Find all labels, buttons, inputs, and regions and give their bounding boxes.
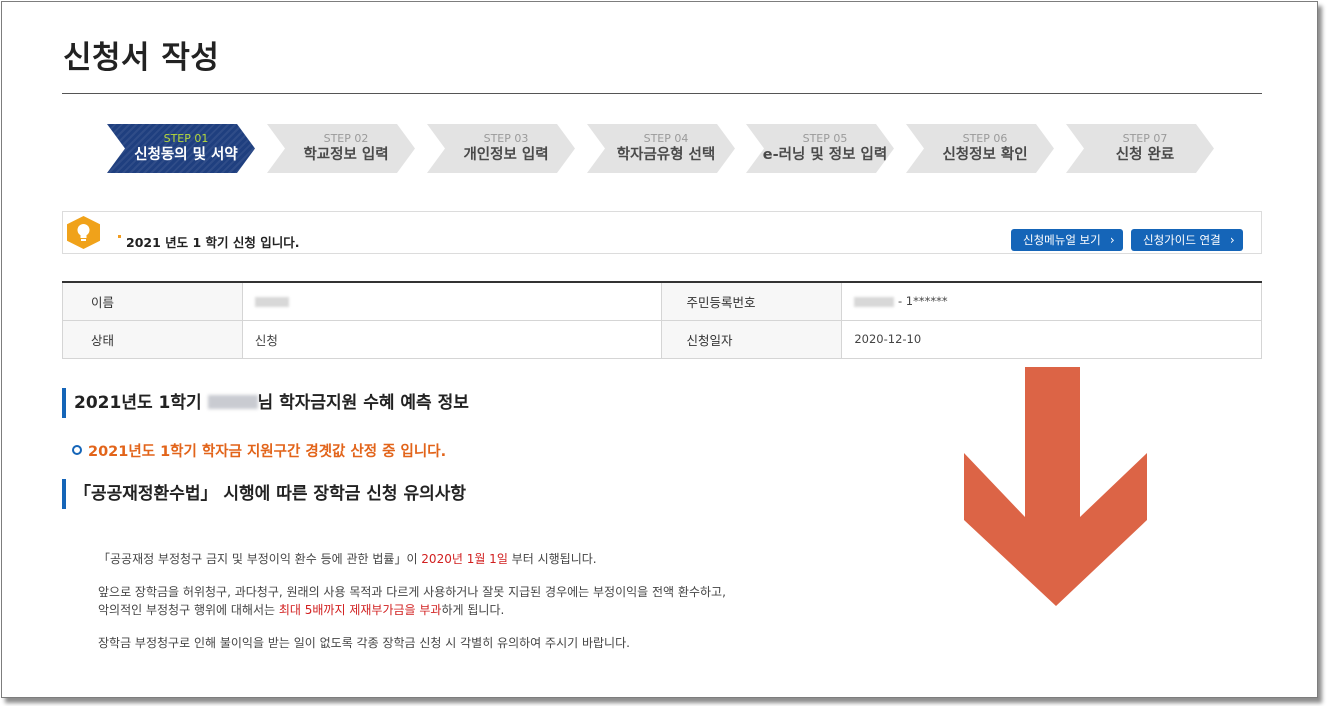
notice-bar: 2021 년도 1 학기 신청 입니다. 신청메뉴얼 보기 › 신청가이드 연결…: [62, 211, 1262, 254]
guide-link-button[interactable]: 신청가이드 연결 ›: [1131, 229, 1243, 251]
applicant-info-table: 이름 주민등록번호 - 1****** 상태 신청 신청일자 2020-12-1…: [62, 281, 1262, 359]
step-5: STEP 05 e-러닝 및 정보 입력: [746, 124, 894, 173]
notes-p2-line2: 악의적인 부정청구 행위에 대해서는 최대 5배까지 제재부가금을 부과하게 됩…: [98, 601, 726, 619]
prediction-heading: 2021년도 1학기 님 학자금지원 수혜 예측 정보: [62, 388, 469, 418]
date-label: 신청일자: [661, 319, 843, 359]
notes-p2-line2-text: 악의적인 부정청구 행위에 대해서는: [98, 603, 279, 617]
step-5-number: STEP 05: [802, 132, 848, 145]
redacted-name: [207, 395, 258, 409]
step-2-label: 학교정보 입력: [303, 147, 389, 163]
prediction-heading-suffix: 님 학자금지원 수혜 예측 정보: [257, 393, 469, 413]
step-3-number: STEP 03: [483, 132, 529, 145]
step-4-number: STEP 04: [643, 132, 689, 145]
chevron-right-icon: ›: [1109, 233, 1115, 247]
step-progress: STEP 01 신청동의 및 서약 STEP 02 학교정보 입력 STEP 0…: [107, 124, 1227, 173]
manual-view-label: 신청메뉴얼 보기: [1023, 233, 1101, 247]
step-4-label: 학자금유형 선택: [616, 147, 716, 163]
rrn-label: 주민등록번호: [661, 281, 843, 321]
step-3-label: 개인정보 입력: [463, 147, 549, 163]
circle-bullet-icon: [72, 445, 82, 455]
guide-link-label: 신청가이드 연결: [1143, 233, 1221, 247]
rrn-suffix: - 1******: [898, 294, 948, 309]
name-label: 이름: [62, 281, 243, 321]
step-7: STEP 07 신청 완료: [1066, 124, 1214, 173]
table-row: 상태 신청 신청일자 2020-12-10: [62, 319, 1262, 359]
step-7-label: 신청 완료: [1115, 147, 1175, 163]
manual-view-button[interactable]: 신청메뉴얼 보기 ›: [1011, 229, 1123, 251]
status-value: 신청: [241, 319, 663, 359]
step-1-label: 신청동의 및 서약: [134, 147, 238, 163]
step-6-label: 신청정보 확인: [942, 147, 1028, 163]
prediction-status-text: 2021년도 1학기 학자금 지원구간 경곗값 산정 중 입니다.: [88, 444, 447, 460]
step-3: STEP 03 개인정보 입력: [427, 124, 575, 173]
notes-paragraph-2: 앞으로 장학금을 허위청구, 과다청구, 원래의 사용 목적과 다르게 사용하거…: [98, 583, 726, 619]
redacted-rrn: [854, 296, 895, 307]
redacted-name: [254, 297, 289, 308]
notes-p2-line2-tail: 하게 됩니다.: [441, 603, 505, 617]
notes-paragraph-1: 「공공재정 부정청구 금지 및 부정이익 환수 등에 관한 법률」이 2020년…: [98, 550, 597, 568]
notice-text: 2021 년도 1 학기 신청 입니다.: [126, 235, 300, 250]
step-1-number: STEP 01: [163, 132, 209, 145]
step-4: STEP 04 학자금유형 선택: [587, 124, 735, 173]
title-divider: [62, 93, 1262, 94]
application-page: 신청서 작성 STEP 01 신청동의 및 서약 STEP 02 학교정보 입력…: [1, 1, 1318, 698]
notes-p1-text: 「공공재정 부정청구 금지 및 부정이익 환수 등에 관한 법률」이: [98, 552, 422, 566]
prediction-heading-prefix: 2021년도 1학기: [74, 393, 202, 413]
chevron-right-icon: ›: [1229, 233, 1235, 247]
status-label: 상태: [62, 319, 243, 359]
page-title: 신청서 작성: [63, 40, 220, 76]
notes-p2-line1: 앞으로 장학금을 허위청구, 과다청구, 원래의 사용 목적과 다르게 사용하거…: [98, 585, 726, 599]
step-2-number: STEP 02: [323, 132, 369, 145]
notes-heading: 「공공재정환수법」 시행에 따른 장학금 신청 유의사항: [62, 479, 466, 509]
step-2: STEP 02 학교정보 입력: [267, 124, 415, 173]
date-value: 2020-12-10: [841, 319, 1262, 359]
notes-p1-tail: 부터 시행됩니다.: [507, 552, 597, 566]
name-value: [241, 281, 663, 321]
rrn-value: - 1******: [841, 281, 1262, 321]
table-row: 이름 주민등록번호 - 1******: [62, 281, 1262, 321]
step-5-label: e-러닝 및 정보 입력: [762, 147, 888, 163]
step-6: STEP 06 신청정보 확인: [906, 124, 1054, 173]
step-6-number: STEP 06: [962, 132, 1008, 145]
prediction-status: 2021년도 1학기 학자금 지원구간 경곗값 산정 중 입니다.: [72, 440, 446, 461]
step-7-number: STEP 07: [1122, 132, 1168, 145]
notice-bullet: [118, 235, 121, 238]
lightbulb-icon: [67, 216, 100, 249]
notes-p2-penalty: 최대 5배까지 제재부가금을 부과: [278, 603, 442, 617]
notes-paragraph-3: 장학금 부정청구로 인해 불이익을 받는 일이 없도록 각종 장학금 신청 시 …: [98, 636, 630, 650]
step-1: STEP 01 신청동의 및 서약: [107, 124, 255, 173]
down-arrow-icon: [964, 367, 1147, 606]
notes-p1-date: 2020년 1월 1일: [421, 552, 508, 566]
